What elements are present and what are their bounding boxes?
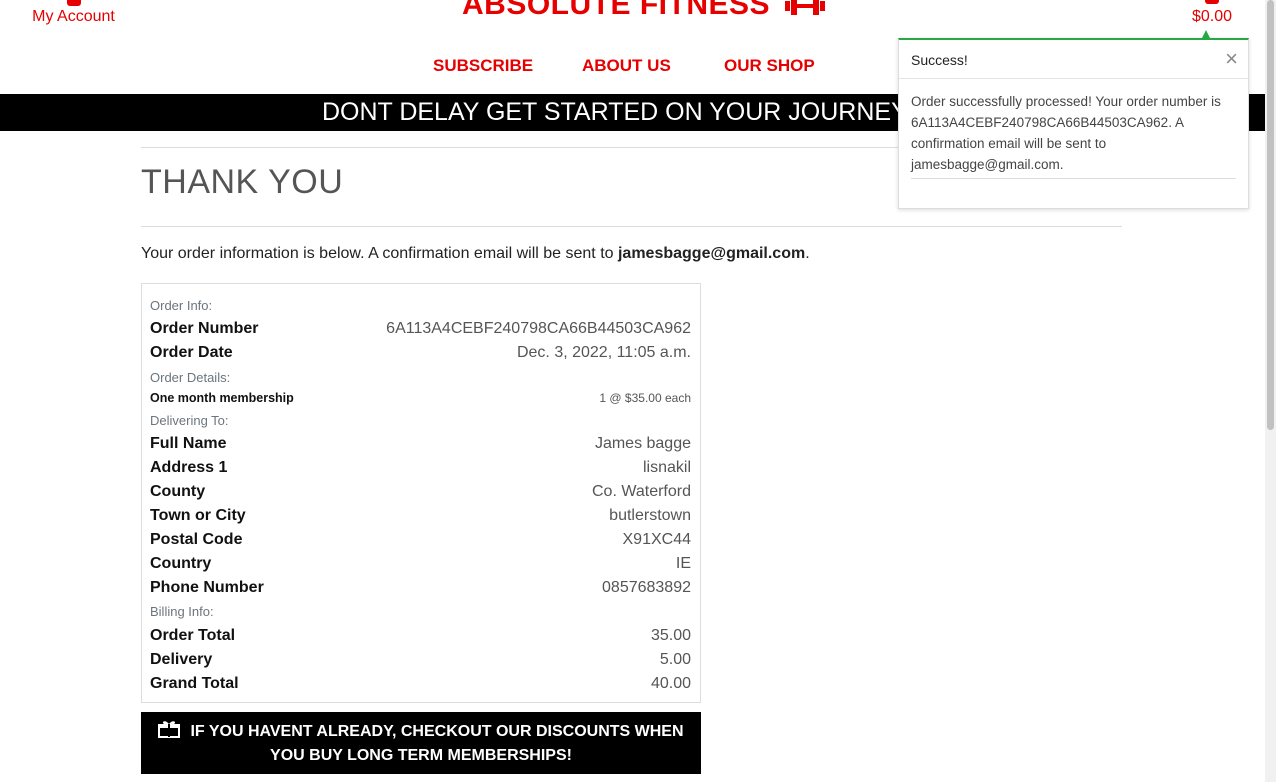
item-name: One month membership [150, 391, 294, 405]
section-billing-info: Billing Info: [150, 604, 214, 619]
discounts-promo-button[interactable]: IF YOU HAVENT ALREADY, CHECKOUT OUR DISC… [141, 712, 701, 774]
order-total-value: 35.00 [650, 627, 691, 644]
section-delivering-to: Delivering To: [150, 413, 229, 428]
order-date-value: Dec. 3, 2022, 11:05 a.m. [516, 344, 691, 361]
delivery-label: Delivery [150, 651, 213, 668]
my-account-label: My Account [32, 8, 115, 25]
scrollbar-thumb[interactable] [1267, 0, 1274, 430]
brand-name: ABSOLUTE FITNESS [462, 0, 771, 21]
order-summary-card: Order Info: Order Number 6A113A4CEBF2407… [141, 283, 701, 703]
nav-our-shop[interactable]: OUR SHOP [724, 56, 815, 76]
section-order-info: Order Info: [150, 298, 213, 313]
grand-total-value: 40.00 [650, 675, 691, 692]
shopping-bag-link[interactable]: $0.00 [1190, 0, 1234, 25]
gift-icon [158, 721, 181, 738]
country-value: IE [675, 555, 691, 572]
phone-value: 0857683892 [602, 579, 691, 596]
promo-text: IF YOU HAVENT ALREADY, CHECKOUT OUR DISC… [190, 723, 684, 764]
full-name-value: James bagge [594, 435, 691, 452]
item-qty-price: 1 @ $35.00 each [599, 391, 691, 405]
brand-logo-link[interactable]: ABSOLUTE FITNESS [462, 0, 825, 22]
address1-label: Address 1 [150, 459, 228, 476]
postcode-label: Postal Code [150, 531, 243, 548]
order-intro: Your order information is below. A confi… [141, 245, 810, 263]
county-value: Co. Waterford [592, 483, 691, 500]
promo-text-wrap: IF YOU HAVENT ALREADY, CHECKOUT OUR DISC… [141, 720, 701, 768]
user-icon [66, 0, 81, 6]
postcode-value: X91XC44 [622, 531, 692, 548]
success-toast: Success! × Order successfully processed!… [898, 30, 1249, 209]
county-label: County [150, 483, 206, 500]
shopping-bag-icon [1205, 0, 1219, 4]
nav-about-us[interactable]: ABOUT US [582, 56, 671, 76]
full-name-label: Full Name [150, 435, 227, 452]
section-order-details: Order Details: [150, 370, 231, 385]
divider [141, 226, 1122, 227]
page-scrollbar[interactable] [1265, 0, 1276, 782]
town-value: butlerstown [609, 507, 691, 524]
order-number-value: 6A113A4CEBF240798CA66B44503CA962 [386, 320, 691, 337]
delivery-value: 5.00 [659, 651, 691, 668]
dumbbell-icon [784, 0, 825, 16]
toast-header: Success! × [899, 40, 1248, 79]
order-total-label: Order Total [150, 627, 236, 644]
intro-text: Your order information is below. A confi… [141, 245, 618, 262]
toast-divider [911, 178, 1236, 179]
toast-title: Success! [911, 52, 968, 68]
phone-label: Phone Number [150, 579, 264, 596]
bag-total: $0.00 [1191, 8, 1233, 25]
order-date-label: Order Date [150, 344, 233, 361]
grand-total-label: Grand Total [150, 675, 239, 692]
banner-text: DONT DELAY GET STARTED ON YOUR JOURNEY T… [322, 98, 998, 126]
country-label: Country [150, 555, 212, 572]
toast-arrow [1202, 30, 1210, 38]
page-title: THANK YOU [141, 163, 344, 201]
close-icon[interactable]: × [1225, 46, 1238, 72]
my-account-link[interactable]: My Account [31, 0, 116, 25]
toast-message: Order successfully processed! Your order… [911, 94, 1221, 172]
order-number-label: Order Number [150, 320, 259, 337]
town-label: Town or City [150, 507, 246, 524]
address1-value: lisnakil [642, 459, 691, 476]
intro-email: jamesbagge@gmail.com [617, 245, 806, 262]
nav-subscribe[interactable]: SUBSCRIBE [433, 56, 533, 76]
intro-suffix: . [805, 245, 810, 262]
